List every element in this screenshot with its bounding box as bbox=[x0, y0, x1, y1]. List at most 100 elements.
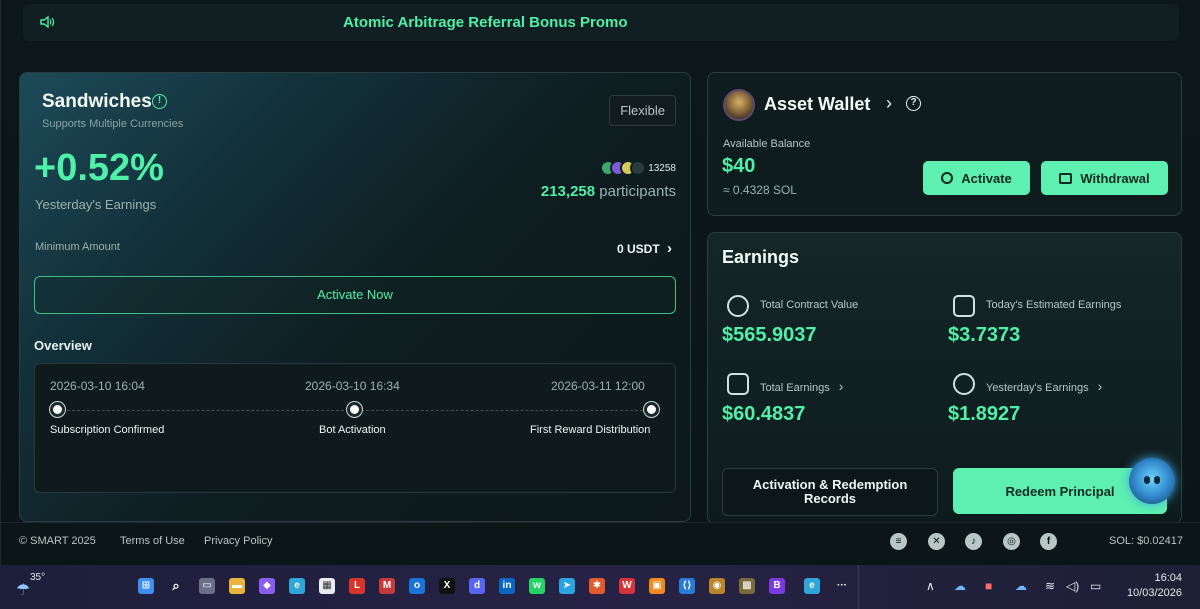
avatar-count: 13258 bbox=[648, 162, 676, 174]
yesterdays-earnings-link[interactable]: Yesterday's Earnings › bbox=[986, 378, 1102, 394]
yesterday-percent: +0.52% bbox=[34, 147, 164, 189]
windows-start-icon[interactable]: ⊞ bbox=[138, 578, 154, 594]
minimum-amount-label: Minimum Amount bbox=[35, 241, 120, 253]
telegram-icon[interactable]: ➤ bbox=[559, 578, 575, 594]
participant-avatars: 13258 bbox=[600, 160, 676, 176]
participants-word: participants bbox=[599, 183, 676, 200]
taskbar-divider bbox=[858, 565, 859, 609]
search-icon[interactable]: ⌕ bbox=[168, 578, 184, 594]
x-app-icon[interactable]: X bbox=[439, 578, 455, 594]
timeline-dot bbox=[347, 402, 362, 417]
overview-title: Overview bbox=[34, 338, 92, 353]
chevron-right-icon: › bbox=[838, 378, 844, 394]
available-balance-value: $40 bbox=[722, 155, 756, 177]
clock-time: 16:04 bbox=[1154, 572, 1182, 584]
earnings-title: Earnings bbox=[722, 247, 800, 267]
wallet-icon bbox=[1059, 172, 1073, 184]
chevron-right-icon: › bbox=[1097, 378, 1103, 394]
whatsapp-icon[interactable]: w bbox=[529, 578, 545, 594]
footer: © SMART 2025 Terms of Use Privacy Policy… bbox=[1, 522, 1200, 560]
more-icon[interactable]: ··· bbox=[834, 578, 850, 594]
mcafee-icon[interactable]: M bbox=[379, 578, 395, 594]
chevron-right-icon: › bbox=[667, 240, 672, 257]
copyright-text: © SMART 2025 bbox=[19, 535, 96, 547]
participants-count: 213,258 participants bbox=[541, 183, 676, 200]
wps-icon[interactable]: W bbox=[619, 578, 635, 594]
notification-icon[interactable]: ■ bbox=[985, 579, 992, 593]
app-orange-icon[interactable]: ✱ bbox=[589, 578, 605, 594]
instagram-icon[interactable]: ◎ bbox=[1003, 533, 1020, 550]
minimum-amount-value[interactable]: 0 USDT › bbox=[617, 240, 672, 257]
umbrella-icon: ☂ bbox=[16, 582, 31, 599]
refresh-icon bbox=[941, 172, 954, 184]
todays-estimated-value: $3.7373 bbox=[948, 324, 1021, 346]
product-card: Sandwiches ! Supports Multiple Currencie… bbox=[19, 72, 691, 522]
activate-button-label: Activate bbox=[961, 170, 1012, 186]
tiktok-icon[interactable]: ♪ bbox=[965, 533, 982, 550]
total-earnings-link[interactable]: Total Earnings › bbox=[760, 378, 843, 394]
vscode-icon[interactable]: ⟨⟩ bbox=[679, 578, 695, 594]
facebook-icon[interactable]: f bbox=[1040, 533, 1057, 550]
timeline-dot bbox=[50, 402, 65, 417]
privacy-link[interactable]: Privacy Policy bbox=[204, 535, 272, 547]
avatar bbox=[630, 160, 647, 176]
todays-estimated-label: Today's Estimated Earnings bbox=[986, 299, 1122, 311]
clock-date: 10/03/2026 bbox=[1126, 587, 1182, 599]
yesterdays-earnings-value: $1.8927 bbox=[948, 403, 1021, 425]
layers-icon[interactable]: ≡ bbox=[890, 533, 907, 550]
available-balance-label: Available Balance bbox=[723, 138, 811, 150]
timeline-label: Bot Activation bbox=[319, 424, 386, 436]
store-icon[interactable]: ▦ bbox=[319, 578, 335, 594]
linkedin-icon[interactable]: in bbox=[499, 578, 515, 594]
wallet-title[interactable]: Asset Wallet bbox=[764, 94, 870, 115]
promo-banner[interactable]: Atomic Arbitrage Referral Bonus Promo bbox=[23, 4, 1179, 41]
timeline-date: 2026-03-10 16:34 bbox=[305, 379, 400, 393]
file-explorer-icon[interactable]: ▬ bbox=[229, 578, 245, 594]
volume-icon[interactable]: ◁) bbox=[1066, 579, 1079, 593]
taskbar: 35° ☂ ⊞ ⌕ ▭ ▬ ◆ e ▦ L M o X d in w ➤ ✱ W… bbox=[0, 565, 1200, 609]
edge-active-icon[interactable]: e bbox=[804, 578, 820, 594]
speaker-icon bbox=[40, 15, 55, 29]
support-bot-icon[interactable] bbox=[1129, 458, 1175, 504]
records-button[interactable]: Activation & Redemption Records bbox=[722, 468, 938, 516]
task-view-icon[interactable]: ▭ bbox=[199, 578, 215, 594]
copilot-icon[interactable]: ◆ bbox=[259, 578, 275, 594]
withdrawal-button[interactable]: Withdrawal bbox=[1041, 161, 1168, 195]
terms-link[interactable]: Terms of Use bbox=[120, 535, 185, 547]
battery-icon[interactable]: ▭ bbox=[1090, 579, 1101, 593]
app-gold-icon[interactable]: ◉ bbox=[709, 578, 725, 594]
yesterday-earnings-label: Yesterday's Earnings bbox=[35, 197, 157, 212]
minimum-amount-text: 0 USDT bbox=[616, 242, 660, 256]
app-purple-icon[interactable]: B bbox=[769, 578, 785, 594]
total-earnings-label: Total Earnings bbox=[760, 382, 830, 394]
edge-icon[interactable]: e bbox=[289, 578, 305, 594]
user-icon bbox=[727, 295, 749, 317]
total-contract-value: $565.9037 bbox=[722, 324, 817, 346]
cloud-sync-icon[interactable]: ☁ bbox=[1015, 579, 1027, 593]
withdrawal-button-label: Withdrawal bbox=[1080, 170, 1150, 186]
info-icon[interactable]: ! bbox=[152, 94, 167, 109]
chevron-right-icon[interactable]: › bbox=[886, 93, 892, 114]
wifi-icon[interactable]: ≋ bbox=[1045, 579, 1055, 593]
product-subtitle: Supports Multiple Currencies bbox=[42, 118, 184, 130]
overview-timeline: 2026-03-10 16:04 Subscription Confirmed … bbox=[34, 363, 676, 493]
outlook-icon[interactable]: o bbox=[409, 578, 425, 594]
app-game-icon[interactable]: ▩ bbox=[739, 578, 755, 594]
available-balance-sol: ≈ 0.4328 SOL bbox=[723, 183, 797, 197]
help-icon[interactable]: ? bbox=[906, 96, 921, 111]
activate-button[interactable]: Activate bbox=[923, 161, 1030, 195]
chevron-up-icon[interactable]: ∧ bbox=[926, 579, 935, 593]
x-icon[interactable]: ✕ bbox=[928, 533, 945, 550]
onedrive-icon[interactable]: ☁ bbox=[954, 579, 966, 593]
timeline-label: First Reward Distribution bbox=[530, 424, 651, 436]
activate-now-button[interactable]: Activate Now bbox=[34, 276, 676, 314]
bot-eye bbox=[1154, 476, 1160, 484]
discord-icon[interactable]: d bbox=[469, 578, 485, 594]
calendar-plus-icon bbox=[953, 295, 975, 317]
yesterdays-earnings-label: Yesterday's Earnings bbox=[986, 382, 1089, 394]
earnings-card: Earnings Total Contract Value $565.9037 … bbox=[707, 232, 1182, 524]
clock[interactable]: 16:04 10/03/2026 bbox=[1127, 571, 1182, 601]
app-page: Atomic Arbitrage Referral Bonus Promo Sa… bbox=[0, 0, 1200, 565]
app-box-icon[interactable]: ▣ bbox=[649, 578, 665, 594]
app-l-icon[interactable]: L bbox=[349, 578, 365, 594]
